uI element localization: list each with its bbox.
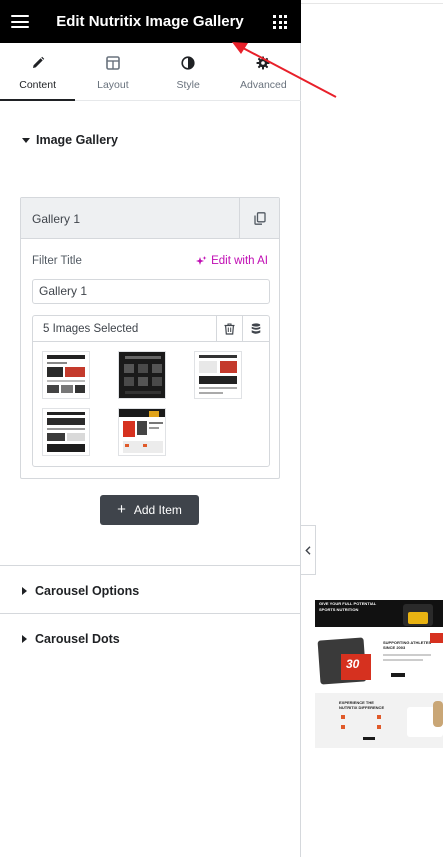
preview-feature-icon bbox=[341, 715, 345, 719]
preview-headline-sub: SPORTS NUTRITION bbox=[319, 607, 359, 612]
canvas-preview-image[interactable]: GIVE YOUR FULL POTENTIAL SPORTS NUTRITIO… bbox=[315, 600, 443, 748]
gallery-repeater-item: Gallery 1 Filter Title Edit with AI Gall… bbox=[20, 197, 280, 479]
canvas-top-border bbox=[301, 3, 443, 4]
panel-tabs: Content Layout Style Advanced bbox=[0, 43, 301, 101]
gallery-thumbnail[interactable] bbox=[118, 408, 166, 456]
preview-support-line2: SINCE 2003 bbox=[383, 645, 406, 650]
preview-hand-image bbox=[433, 701, 443, 727]
section-divider bbox=[0, 565, 301, 566]
trash-icon bbox=[224, 322, 235, 335]
gallery-thumbnail[interactable] bbox=[194, 351, 242, 399]
caret-down-icon bbox=[22, 137, 30, 143]
tab-layout[interactable]: Layout bbox=[75, 43, 150, 100]
preview-feature-icon bbox=[377, 715, 381, 719]
tab-style[interactable]: Style bbox=[151, 43, 226, 100]
preview-experience-line2: NUTRITIX DIFFERENCE bbox=[339, 705, 385, 710]
plus-icon: + bbox=[117, 501, 126, 518]
edit-with-ai-button[interactable]: Edit with AI bbox=[196, 255, 268, 267]
database-icon bbox=[251, 322, 261, 334]
preview-cta-button bbox=[363, 737, 375, 740]
tab-content[interactable]: Content bbox=[0, 43, 76, 101]
editor-panel: Edit Nutritix Image Gallery Content Layo… bbox=[0, 0, 301, 857]
grid-apps-icon[interactable] bbox=[273, 15, 287, 29]
tab-layout-label: Layout bbox=[97, 79, 129, 91]
tab-advanced[interactable]: Advanced bbox=[226, 43, 301, 100]
sparkle-icon bbox=[196, 255, 207, 265]
section-carousel-dots-title: Carousel Dots bbox=[35, 632, 120, 646]
preview-support-strip: 30 SUPPORTING ATHLETES SINCE 2003 bbox=[315, 627, 443, 693]
panel-header: Edit Nutritix Image Gallery bbox=[0, 0, 301, 43]
layout-icon bbox=[106, 55, 120, 71]
preview-experience-strip: EXPERIENCE THE NUTRITIX DIFFERENCE bbox=[315, 693, 443, 748]
section-carousel-dots[interactable]: Carousel Dots bbox=[22, 632, 120, 646]
half-circle-icon bbox=[181, 55, 195, 71]
section-carousel-options[interactable]: Carousel Options bbox=[22, 584, 139, 598]
collapse-panel-button[interactable] bbox=[301, 525, 316, 575]
preview-headline-top: GIVE YOUR FULL POTENTIAL bbox=[319, 601, 377, 606]
preview-red-accent bbox=[430, 633, 443, 643]
gallery-thumbnail[interactable] bbox=[42, 351, 90, 399]
gallery-thumbnail[interactable] bbox=[42, 408, 90, 456]
panel-title: Edit Nutritix Image Gallery bbox=[56, 13, 244, 30]
copy-icon bbox=[253, 211, 266, 225]
gear-icon bbox=[256, 55, 270, 71]
repeater-item-title: Gallery 1 bbox=[32, 212, 81, 226]
preview-hero-strip: GIVE YOUR FULL POTENTIAL SPORTS NUTRITIO… bbox=[315, 600, 443, 627]
add-item-label: Add Item bbox=[133, 503, 182, 517]
images-selected-count[interactable]: 5 Images Selected bbox=[43, 323, 138, 335]
section-image-gallery-title: Image Gallery bbox=[36, 133, 118, 147]
section-carousel-options-title: Carousel Options bbox=[35, 584, 140, 598]
tab-advanced-label: Advanced bbox=[240, 79, 287, 91]
tab-content-label: Content bbox=[19, 79, 57, 91]
dynamic-tags-button[interactable] bbox=[242, 316, 269, 341]
chevron-left-icon bbox=[305, 545, 311, 555]
filter-title-input[interactable]: Gallery 1 bbox=[32, 279, 270, 304]
hamburger-icon[interactable] bbox=[11, 15, 29, 28]
section-image-gallery[interactable]: Image Gallery bbox=[22, 133, 118, 147]
preview-text-line bbox=[383, 654, 431, 656]
product-label-image bbox=[408, 612, 428, 624]
tab-style-label: Style bbox=[176, 79, 200, 91]
preview-feature-icon bbox=[377, 725, 381, 729]
image-gallery-control: 5 Images Selected bbox=[32, 315, 270, 467]
caret-right-icon bbox=[22, 635, 27, 643]
caret-right-icon bbox=[22, 587, 27, 595]
preview-cta-button bbox=[391, 673, 405, 677]
preview-feature-icon bbox=[341, 725, 345, 729]
editor-window: Edit Nutritix Image Gallery Content Layo… bbox=[0, 0, 443, 857]
years-badge-number: 30 bbox=[346, 657, 360, 671]
filter-title-label: Filter Title bbox=[32, 255, 82, 267]
add-item-button[interactable]: + Add Item bbox=[100, 495, 199, 525]
gallery-thumbnail[interactable] bbox=[118, 351, 166, 399]
section-divider bbox=[0, 613, 301, 614]
pencil-icon bbox=[31, 55, 45, 71]
preview-text-line bbox=[383, 659, 423, 661]
edit-with-ai-label: Edit with AI bbox=[211, 255, 268, 267]
gallery-header: 5 Images Selected bbox=[33, 316, 269, 342]
repeater-item-header[interactable]: Gallery 1 bbox=[21, 198, 279, 239]
duplicate-button[interactable] bbox=[239, 198, 279, 238]
clear-gallery-button[interactable] bbox=[216, 316, 242, 341]
